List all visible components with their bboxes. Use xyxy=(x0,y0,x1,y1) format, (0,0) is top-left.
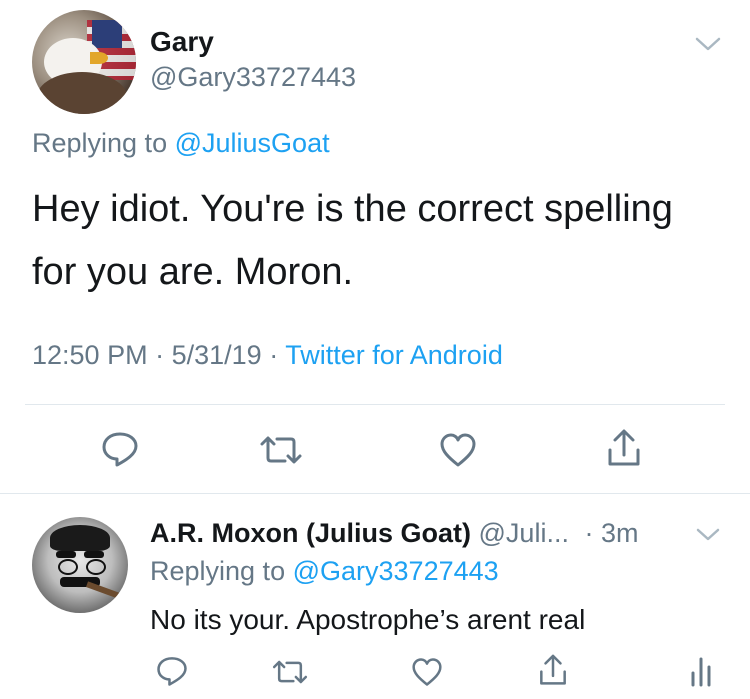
section-divider xyxy=(0,493,750,494)
reply-icon[interactable] xyxy=(155,655,189,687)
reply-time-ago: · 3m xyxy=(584,518,639,548)
reply-author-handle[interactable]: @Juli... xyxy=(479,518,569,548)
chevron-down-icon[interactable] xyxy=(695,526,721,544)
divider xyxy=(25,404,725,405)
avatar-gary[interactable] xyxy=(32,10,136,114)
share-icon[interactable] xyxy=(538,653,568,687)
meta-separator: · xyxy=(269,340,279,370)
replying-handle-link[interactable]: @JuliusGoat xyxy=(175,128,330,158)
tweet-text-line-2: for you are. Moron. xyxy=(32,251,354,293)
reply-header: A.R. Moxon (Julius Goat) @Juli... · 3m xyxy=(150,518,638,549)
reply-text: No its your. Apostrophe’s arent real xyxy=(150,604,586,635)
analytics-icon[interactable] xyxy=(688,655,714,687)
reply-author-name[interactable]: A.R. Moxon (Julius Goat) xyxy=(150,518,471,548)
retweet-icon[interactable] xyxy=(258,432,304,468)
reply-icon[interactable] xyxy=(100,430,140,468)
heart-icon[interactable] xyxy=(438,432,478,468)
reply-replying-prefix: Replying to xyxy=(150,556,286,586)
heart-icon[interactable] xyxy=(410,657,444,687)
share-icon[interactable] xyxy=(606,428,642,468)
avatar-julius-goat[interactable] xyxy=(32,517,128,613)
tweet-time: 12:50 PM xyxy=(32,340,148,370)
tweet-meta: 12:50 PM · 5/31/19 · Twitter for Android xyxy=(32,340,503,371)
author-handle[interactable]: @Gary33727443 xyxy=(150,62,356,93)
replying-to: Replying to @JuliusGoat xyxy=(32,128,330,159)
retweet-icon[interactable] xyxy=(270,657,310,687)
tweet-text-line-1: Hey idiot. You're is the correct spellin… xyxy=(32,188,673,230)
meta-separator: · xyxy=(155,340,165,370)
replying-prefix: Replying to xyxy=(32,128,168,158)
author-name[interactable]: Gary xyxy=(150,26,214,58)
tweet-date: 5/31/19 xyxy=(171,340,262,370)
tweet-source-link[interactable]: Twitter for Android xyxy=(285,340,503,370)
chevron-down-icon[interactable] xyxy=(693,34,723,54)
reply-replying-handle-link[interactable]: @Gary33727443 xyxy=(293,556,499,586)
reply-replying-to: Replying to @Gary33727443 xyxy=(150,556,499,587)
